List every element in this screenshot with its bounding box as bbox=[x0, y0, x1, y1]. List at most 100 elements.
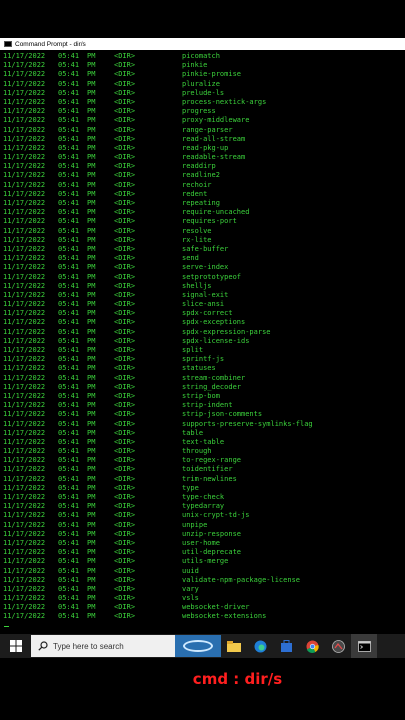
entry-type: <DIR> bbox=[114, 520, 136, 529]
entry-date: 11/17/2022 bbox=[3, 88, 46, 97]
entry-ampm: PM bbox=[87, 125, 96, 134]
entry-type: <DIR> bbox=[114, 538, 136, 547]
entry-type: <DIR> bbox=[114, 79, 136, 88]
window-titlebar[interactable]: Command Prompt - dir/s bbox=[0, 38, 405, 50]
entry-time: 05:41 bbox=[58, 70, 80, 79]
entry-name: unix-crypt-td-js bbox=[182, 511, 250, 520]
start-button[interactable] bbox=[5, 634, 27, 658]
entry-time: 05:41 bbox=[58, 566, 80, 575]
entry-type: <DIR> bbox=[114, 272, 136, 281]
entry-type: <DIR> bbox=[114, 70, 136, 79]
entry-ampm: PM bbox=[87, 465, 96, 474]
entry-type: <DIR> bbox=[114, 336, 136, 345]
dir-listing-row: 11/17/2022 05:41 PM <DIR> sprintf-js bbox=[3, 355, 403, 364]
dir-listing-row: 11/17/2022 05:41 PM <DIR> spdx-correct bbox=[3, 309, 403, 318]
entry-name: uuid bbox=[182, 566, 199, 575]
taskbar-search-box[interactable] bbox=[31, 635, 221, 657]
entry-time: 05:41 bbox=[58, 125, 80, 134]
entry-ampm: PM bbox=[87, 189, 96, 198]
entry-time: 05:41 bbox=[58, 180, 80, 189]
entry-ampm: PM bbox=[87, 410, 96, 419]
entry-name: readline2 bbox=[182, 171, 220, 180]
entry-type: <DIR> bbox=[114, 217, 136, 226]
file-explorer-icon[interactable] bbox=[221, 634, 247, 658]
entry-ampm: PM bbox=[87, 557, 96, 566]
dir-listing-row: 11/17/2022 05:41 PM <DIR> unix-crypt-td-js bbox=[3, 511, 403, 520]
dir-listing-row: 11/17/2022 05:41 PM <DIR> type-check bbox=[3, 493, 403, 502]
entry-ampm: PM bbox=[87, 226, 96, 235]
entry-time: 05:41 bbox=[58, 612, 80, 621]
entry-date: 11/17/2022 bbox=[3, 538, 46, 547]
entry-date: 11/17/2022 bbox=[3, 254, 46, 263]
dir-listing-row: 11/17/2022 05:41 PM <DIR> strip-json-comment… bbox=[3, 410, 403, 419]
entry-date: 11/17/2022 bbox=[3, 70, 46, 79]
entry-time: 05:41 bbox=[58, 346, 80, 354]
entry-ampm: PM bbox=[87, 548, 96, 557]
entry-name: resolve bbox=[182, 226, 212, 235]
dir-listing-row: 11/17/2022 05:41 PM <DIR> pluralize bbox=[3, 80, 403, 89]
entry-ampm: PM bbox=[87, 217, 96, 226]
dir-listing-row: 11/17/2022 05:41 PM <DIR> supports-preserve-… bbox=[3, 420, 403, 429]
entry-name: spdx-license-ids bbox=[182, 336, 250, 345]
entry-name: utils-merge bbox=[182, 557, 229, 566]
entry-date: 11/17/2022 bbox=[3, 603, 46, 612]
entry-time: 05:41 bbox=[58, 529, 80, 538]
entry-type: <DIR> bbox=[114, 309, 136, 318]
entry-ampm: PM bbox=[87, 447, 96, 456]
entry-name: websocket-driver bbox=[182, 603, 250, 612]
dir-listing-row: 11/17/2022 05:41 PM <DIR> readline2 bbox=[3, 171, 403, 180]
entry-ampm: PM bbox=[87, 612, 96, 621]
console-cursor bbox=[4, 626, 9, 627]
video-caption: cmd : dir/s bbox=[0, 669, 405, 688]
edge-icon[interactable] bbox=[247, 634, 273, 658]
dir-listing-row: 11/17/2022 05:41 PM <DIR> vary bbox=[3, 585, 403, 594]
search-icon bbox=[35, 641, 51, 651]
entry-name: slice-ansi bbox=[182, 300, 225, 309]
dir-listing-row: 11/17/2022 05:41 PM <DIR> repeating bbox=[3, 199, 403, 208]
entry-ampm: PM bbox=[87, 529, 96, 538]
entry-date: 11/17/2022 bbox=[3, 217, 46, 226]
entry-date: 11/17/2022 bbox=[3, 153, 46, 162]
entry-time: 05:41 bbox=[58, 474, 80, 483]
entry-type: <DIR> bbox=[114, 171, 136, 180]
entry-type: <DIR> bbox=[114, 263, 136, 272]
entry-date: 11/17/2022 bbox=[3, 125, 46, 134]
entry-type: <DIR> bbox=[114, 548, 136, 557]
dir-listing-row: 11/17/2022 05:41 PM <DIR> util-deprecate bbox=[3, 548, 403, 557]
entry-ampm: PM bbox=[87, 107, 96, 116]
search-input[interactable] bbox=[51, 641, 165, 651]
entry-time: 05:41 bbox=[58, 538, 80, 547]
entry-time: 05:41 bbox=[58, 217, 80, 226]
entry-date: 11/17/2022 bbox=[3, 474, 46, 483]
dir-listing-row: 11/17/2022 05:41 PM <DIR> pinkie bbox=[3, 61, 403, 70]
entry-ampm: PM bbox=[87, 538, 96, 547]
dir-listing-row: 11/17/2022 05:41 PM <DIR> pinkie-promise bbox=[3, 70, 403, 79]
entry-time: 05:41 bbox=[58, 382, 80, 391]
cmd-icon[interactable] bbox=[351, 634, 377, 658]
entry-time: 05:41 bbox=[58, 483, 80, 492]
dir-listing-row: 11/17/2022 05:41 PM <DIR> requires-port bbox=[3, 217, 403, 226]
entry-date: 11/17/2022 bbox=[3, 189, 46, 198]
entry-time: 05:41 bbox=[58, 79, 80, 88]
entry-type: <DIR> bbox=[114, 410, 136, 419]
entry-date: 11/17/2022 bbox=[3, 419, 46, 428]
entry-type: <DIR> bbox=[114, 162, 136, 171]
dir-listing-row: 11/17/2022 05:41 PM <DIR> serve-index bbox=[3, 263, 403, 272]
entry-date: 11/17/2022 bbox=[3, 107, 46, 116]
entry-time: 05:41 bbox=[58, 355, 80, 364]
store-icon[interactable] bbox=[273, 634, 299, 658]
entry-date: 11/17/2022 bbox=[3, 548, 46, 557]
console-output[interactable]: 11/17/2022 05:41 PM <DIR> picomatch 11/17/202… bbox=[3, 52, 403, 630]
app-icon[interactable] bbox=[325, 634, 351, 658]
entry-ampm: PM bbox=[87, 235, 96, 244]
entry-name: requires-port bbox=[182, 217, 237, 226]
entry-date: 11/17/2022 bbox=[3, 391, 46, 400]
entry-date: 11/17/2022 bbox=[3, 612, 46, 621]
dir-listing-row: 11/17/2022 05:41 PM <DIR> spdx-expression-pa… bbox=[3, 328, 403, 337]
entry-time: 05:41 bbox=[58, 97, 80, 106]
entry-ampm: PM bbox=[87, 61, 96, 70]
dir-listing-row: 11/17/2022 05:41 PM <DIR> through bbox=[3, 447, 403, 456]
entry-date: 11/17/2022 bbox=[3, 401, 46, 410]
entry-type: <DIR> bbox=[114, 235, 136, 244]
chrome-icon[interactable] bbox=[299, 634, 325, 658]
